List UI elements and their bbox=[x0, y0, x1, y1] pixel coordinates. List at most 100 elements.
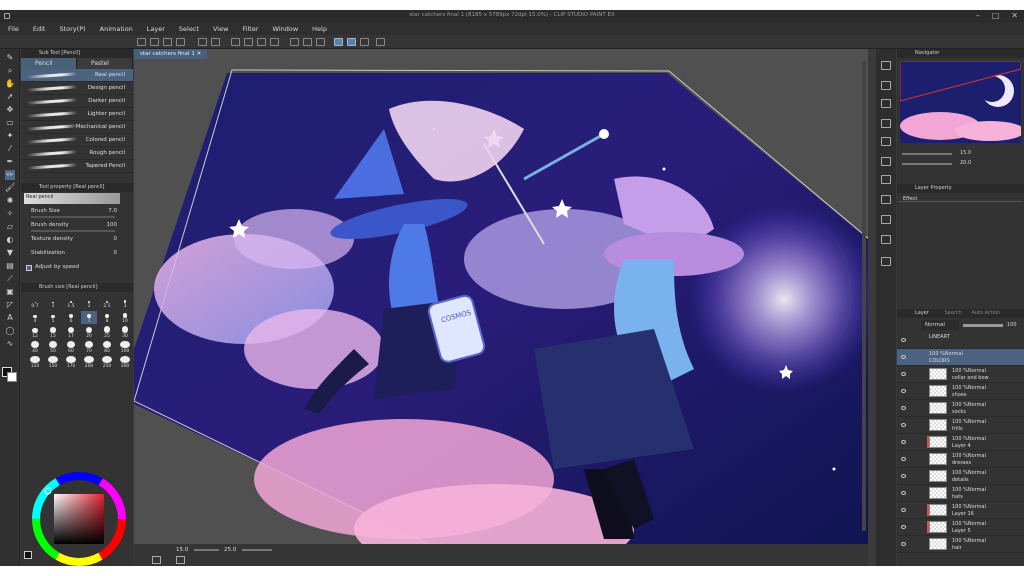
eye-icon[interactable] bbox=[901, 542, 906, 546]
frame-border-icon[interactable]: ▣ bbox=[5, 287, 15, 297]
export-icon[interactable] bbox=[176, 38, 185, 46]
menu-select[interactable]: Select bbox=[179, 25, 199, 33]
brush-size-option[interactable]: 20 bbox=[81, 326, 97, 339]
layer-row[interactable]: 100 %Normal dresses bbox=[897, 451, 1024, 468]
brush-size-row[interactable]: Brush Size 7.0 bbox=[21, 205, 133, 219]
brush-item-rough-pencil[interactable]: Rough pencil bbox=[21, 147, 133, 160]
sub-color-swatch[interactable] bbox=[7, 372, 17, 382]
zoom-slider[interactable] bbox=[194, 549, 219, 551]
blend-tool-icon[interactable]: ◐ bbox=[5, 235, 15, 245]
brush-size-option[interactable]: 12 bbox=[27, 326, 43, 339]
save-icon[interactable] bbox=[163, 38, 172, 46]
snap-grid-icon[interactable] bbox=[360, 38, 369, 46]
layer-row[interactable]: LINEART bbox=[897, 332, 1024, 349]
search-icon[interactable] bbox=[881, 61, 891, 70]
layer-row[interactable]: 100 %Normal shoes bbox=[897, 383, 1024, 400]
move-hand-icon[interactable]: ✋ bbox=[5, 79, 15, 89]
brush-item-tapered-pencil[interactable]: Tapered Pencil bbox=[21, 160, 133, 173]
new-file-icon[interactable] bbox=[137, 38, 146, 46]
sub-view-icon[interactable] bbox=[881, 157, 891, 166]
brush-size-option[interactable]: 1.5 bbox=[63, 296, 79, 309]
selection-tool-icon[interactable]: ▭ bbox=[5, 118, 15, 128]
brush-size-option[interactable]: 70 bbox=[81, 341, 97, 354]
zoom-value[interactable]: 15.0 bbox=[176, 547, 188, 553]
menu-layer[interactable]: Layer bbox=[147, 25, 165, 33]
blend-mode-select[interactable]: Normal bbox=[921, 320, 959, 330]
material-icon[interactable] bbox=[881, 99, 891, 108]
snap-special-ruler-icon[interactable] bbox=[347, 38, 356, 46]
navigator-toggle-icon[interactable] bbox=[152, 556, 161, 564]
gradient-icon[interactable]: ▤ bbox=[5, 261, 15, 271]
brush-size-option[interactable]: 5 bbox=[45, 311, 61, 324]
menu-help[interactable]: Help bbox=[312, 25, 327, 33]
navigator-thumbnail[interactable] bbox=[900, 61, 1021, 143]
brush-size-option[interactable]: 4 bbox=[27, 311, 43, 324]
minimize-icon[interactable]: – bbox=[976, 11, 980, 20]
brush-size-option[interactable]: 300 bbox=[117, 356, 133, 369]
brush-size-option[interactable]: 2.5 bbox=[99, 296, 115, 309]
brush-size-option[interactable]: 10 bbox=[117, 311, 133, 324]
intermediate-color-icon[interactable] bbox=[881, 235, 891, 244]
color-set-icon[interactable] bbox=[881, 215, 891, 224]
menu-animation[interactable]: Animation bbox=[100, 25, 133, 33]
brush-size-option[interactable]: 150 bbox=[45, 356, 61, 369]
tab-search[interactable]: Search bbox=[945, 310, 962, 316]
brush-size-option[interactable]: 6 bbox=[63, 311, 79, 324]
balloon-tool-icon[interactable]: ◯ bbox=[5, 326, 15, 336]
document-tab[interactable]: star catchers final 1 ✕ bbox=[134, 49, 208, 59]
correct-line-icon[interactable]: ∿ bbox=[5, 339, 15, 349]
approximate-color-icon[interactable] bbox=[881, 257, 891, 266]
vertical-scrollbar[interactable] bbox=[862, 61, 866, 531]
brush-size-option[interactable]: 15 bbox=[45, 326, 61, 339]
close-icon[interactable]: ✕ bbox=[1011, 11, 1018, 20]
opacity-value[interactable]: 100 bbox=[1007, 322, 1017, 328]
eyedropper-icon[interactable]: ⁄ bbox=[5, 144, 15, 154]
menu-filter[interactable]: Filter bbox=[242, 25, 258, 33]
tab-layer[interactable]: Layer bbox=[915, 310, 929, 316]
navigator-zoom-slider[interactable] bbox=[902, 153, 952, 155]
current-color-swatch[interactable] bbox=[24, 551, 32, 559]
eye-icon[interactable] bbox=[901, 474, 906, 478]
color-history-icon[interactable] bbox=[881, 195, 891, 204]
brush-size-option[interactable]: 25 bbox=[99, 326, 115, 339]
texture-density-row[interactable]: Texture density 0 bbox=[21, 233, 133, 247]
invert-selection-icon[interactable] bbox=[303, 38, 312, 46]
eye-icon[interactable] bbox=[901, 525, 906, 529]
navigator-angle-slider[interactable] bbox=[902, 163, 952, 165]
redo-icon[interactable] bbox=[211, 38, 220, 46]
brush-size-option[interactable]: 1 bbox=[45, 296, 61, 309]
magic-wand-icon[interactable]: ✦ bbox=[5, 131, 15, 141]
move-layer-icon[interactable]: ✥ bbox=[5, 105, 15, 115]
fill-icon[interactable] bbox=[257, 38, 266, 46]
brush-tool-icon[interactable]: 🖌 bbox=[5, 183, 15, 193]
layer-row[interactable]: 100 %Normal details bbox=[897, 468, 1024, 485]
canvas-area[interactable]: COSMOS star catchers final 1 ✕ 15.0 25.0 bbox=[134, 49, 868, 566]
brush-size-option[interactable]: 200 bbox=[81, 356, 97, 369]
undo-icon[interactable] bbox=[198, 38, 207, 46]
pen-tool-icon[interactable]: ✎ bbox=[5, 53, 15, 63]
maximize-icon[interactable]: □ bbox=[992, 11, 1000, 20]
brush-item-lighter-pencil[interactable]: Lighter pencil bbox=[21, 108, 133, 121]
eye-icon[interactable] bbox=[901, 406, 906, 410]
tool-settings-icon[interactable] bbox=[881, 81, 891, 90]
brush-item-real-pencil[interactable]: Real pencil bbox=[21, 69, 133, 82]
eye-icon[interactable] bbox=[901, 338, 906, 342]
layer-row[interactable]: 100 %Normal collar and bow bbox=[897, 366, 1024, 383]
brush-size-option[interactable]: 50 bbox=[45, 341, 61, 354]
eye-icon[interactable] bbox=[901, 491, 906, 495]
brush-size-option[interactable]: 120 bbox=[27, 356, 43, 369]
menu-window[interactable]: Window bbox=[273, 25, 299, 33]
layer-row[interactable]: 100 %Normal Layer 16 bbox=[897, 502, 1024, 519]
clear-icon[interactable] bbox=[244, 38, 253, 46]
menu-view[interactable]: View bbox=[213, 25, 228, 33]
quick-access-icon[interactable] bbox=[881, 175, 891, 184]
pen-icon[interactable]: ✒ bbox=[5, 157, 15, 167]
airbrush-icon[interactable]: ✺ bbox=[5, 196, 15, 206]
pencil-tool-icon[interactable]: ✏ bbox=[5, 170, 15, 180]
layer-row[interactable]: 100 %Normal hats bbox=[897, 485, 1024, 502]
color-wheel[interactable] bbox=[29, 469, 129, 566]
layer-row[interactable]: 100 %Normal hair bbox=[897, 536, 1024, 553]
brush-item-darker-pencil[interactable]: Darker pencil bbox=[21, 95, 133, 108]
brush-size-option[interactable]: 8 bbox=[99, 311, 115, 324]
menu-story[interactable]: Story(P) bbox=[59, 25, 85, 33]
